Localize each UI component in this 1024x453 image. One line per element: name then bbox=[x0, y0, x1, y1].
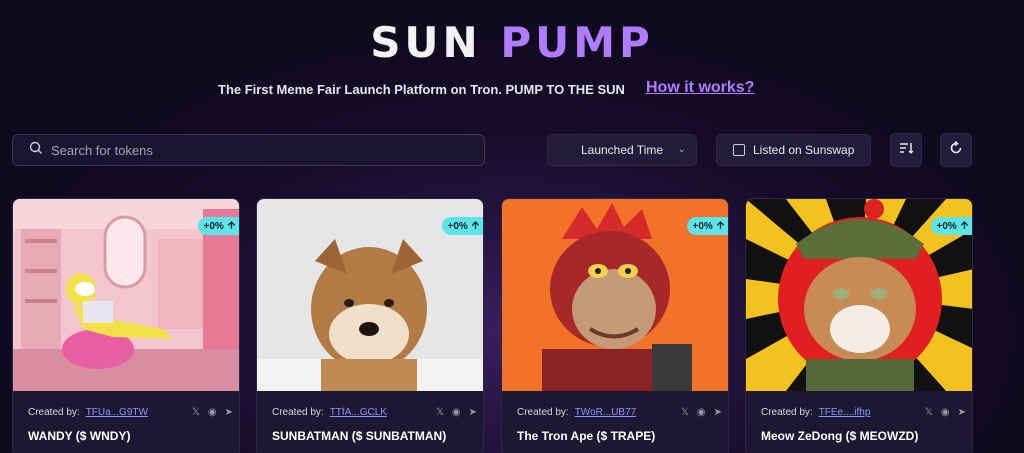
creator-address-link[interactable]: TWoR...UB77 bbox=[575, 407, 637, 418]
card-meta: Created by: TWoR...UB77 𝕏 ◉ ➤ bbox=[517, 407, 722, 418]
arrow-up-icon: 🡩 bbox=[716, 219, 724, 231]
token-card[interactable]: +0% 🡩 Created by: TWoR...UB77 𝕏 ◉ ➤ The T… bbox=[501, 198, 729, 453]
telegram-icon[interactable]: ➤ bbox=[714, 407, 722, 418]
card-meta: Created by: TFEe....ifhp 𝕏 ◉ ➤ bbox=[761, 407, 966, 418]
token-image: +0% 🡩 bbox=[257, 199, 483, 391]
price-change-badge: +0% 🡩 bbox=[197, 217, 239, 235]
search-input[interactable] bbox=[51, 142, 484, 158]
refresh-button[interactable] bbox=[940, 133, 972, 167]
search-icon bbox=[29, 141, 43, 160]
x-icon[interactable]: 𝕏 bbox=[681, 407, 689, 418]
telegram-icon[interactable]: ➤ bbox=[469, 407, 477, 418]
x-icon[interactable]: 𝕏 bbox=[436, 407, 444, 418]
price-change-badge: +0% 🡩 bbox=[930, 217, 972, 235]
globe-icon[interactable]: ◉ bbox=[452, 407, 461, 418]
token-card[interactable]: +0% 🡩 Created by: TTfA...GCLK 𝕏 ◉ ➤ SUNBA… bbox=[256, 198, 484, 453]
token-card[interactable]: +0% 🡩 Created by: TFUa...G9TW 𝕏 ◉ ➤ WANDY… bbox=[12, 198, 240, 453]
sort-order-button[interactable] bbox=[890, 133, 922, 167]
logo-pump: PUMP bbox=[500, 18, 654, 67]
globe-icon[interactable]: ◉ bbox=[941, 407, 950, 418]
token-card[interactable]: +0% 🡩 Created by: TFEe....ifhp 𝕏 ◉ ➤ Meow… bbox=[745, 198, 973, 453]
token-image: +0% 🡩 bbox=[746, 199, 972, 391]
listed-on-sunswap-filter[interactable]: Listed on Sunswap bbox=[716, 134, 871, 166]
how-it-works-link[interactable]: How it works? bbox=[646, 79, 754, 97]
token-image: +0% 🡩 bbox=[13, 199, 239, 391]
creator-address-link[interactable]: TFUa...G9TW bbox=[86, 407, 148, 418]
globe-icon[interactable]: ◉ bbox=[697, 407, 706, 418]
logo-sun: SUN bbox=[370, 18, 482, 67]
arrow-up-icon: 🡩 bbox=[227, 219, 235, 231]
arrow-up-icon: 🡩 bbox=[471, 219, 479, 231]
x-icon[interactable]: 𝕏 bbox=[192, 407, 200, 418]
chevron-down-icon: ⌄ bbox=[677, 144, 686, 155]
listed-checkbox[interactable] bbox=[733, 144, 745, 156]
refresh-icon bbox=[949, 140, 963, 160]
search-bar[interactable] bbox=[12, 134, 485, 166]
token-image: +0% 🡩 bbox=[502, 199, 728, 391]
sort-select-value: Launched Time bbox=[580, 143, 664, 157]
logo[interactable]: SUN PUMP bbox=[0, 18, 1024, 67]
token-name[interactable]: WANDY ($ WNDY) bbox=[28, 429, 130, 443]
telegram-icon[interactable]: ➤ bbox=[958, 407, 966, 418]
card-meta: Created by: TFUa...G9TW 𝕏 ◉ ➤ bbox=[28, 407, 233, 418]
x-icon[interactable]: 𝕏 bbox=[925, 407, 933, 418]
sort-select[interactable]: Launched Time ⌄ bbox=[547, 134, 697, 166]
tagline: The First Meme Fair Launch Platform on T… bbox=[218, 82, 625, 97]
creator-address-link[interactable]: TFEe....ifhp bbox=[819, 407, 871, 418]
token-name[interactable]: SUNBATMAN ($ SUNBATMAN) bbox=[272, 429, 446, 443]
creator-address-link[interactable]: TTfA...GCLK bbox=[330, 407, 387, 418]
token-name[interactable]: Meow ZeDong ($ MEOWZD) bbox=[761, 429, 918, 443]
token-name[interactable]: The Tron Ape ($ TRAPE) bbox=[517, 429, 655, 443]
card-meta: Created by: TTfA...GCLK 𝕏 ◉ ➤ bbox=[272, 407, 477, 418]
price-change-badge: +0% 🡩 bbox=[686, 217, 728, 235]
price-change-badge: +0% 🡩 bbox=[441, 217, 483, 235]
globe-icon[interactable]: ◉ bbox=[208, 407, 217, 418]
listed-label: Listed on Sunswap bbox=[753, 143, 855, 157]
arrow-up-icon: 🡩 bbox=[960, 219, 968, 231]
sort-icon bbox=[899, 141, 914, 160]
telegram-icon[interactable]: ➤ bbox=[225, 407, 233, 418]
